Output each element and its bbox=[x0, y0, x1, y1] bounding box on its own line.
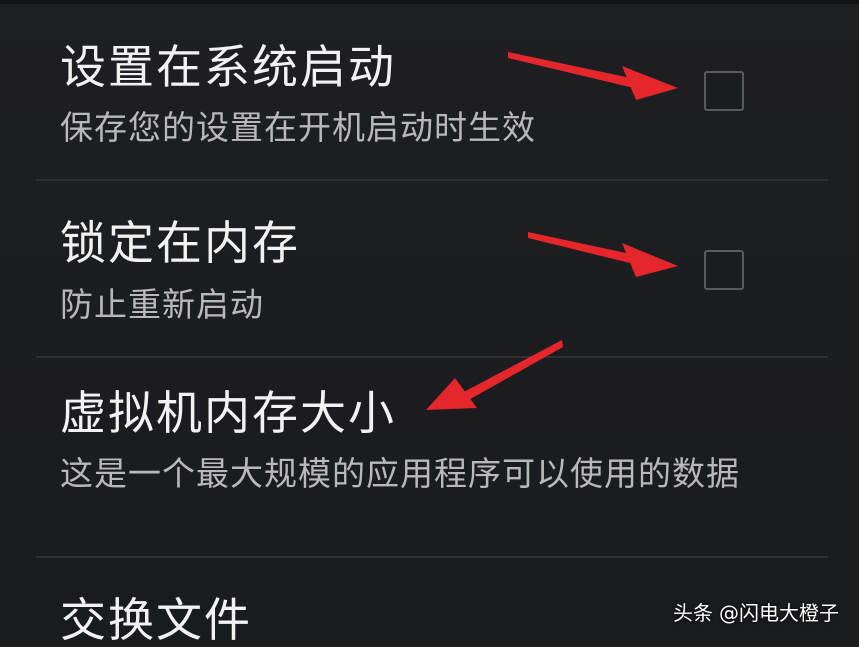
annotation-arrows bbox=[426, 52, 678, 410]
settings-screen: 设置在系统启动 保存您的设置在开机启动时生效 锁定在内存 防止重新启动 虚拟机内… bbox=[0, 0, 859, 645]
red-arrow-icon bbox=[528, 232, 678, 277]
watermark-source: 头条 bbox=[673, 601, 713, 625]
red-arrow-icon bbox=[426, 340, 563, 410]
watermark-author: @闪电大橙子 bbox=[719, 601, 839, 625]
red-arrow-icon bbox=[508, 52, 678, 100]
watermark: 头条 @闪电大橙子 bbox=[673, 597, 839, 626]
